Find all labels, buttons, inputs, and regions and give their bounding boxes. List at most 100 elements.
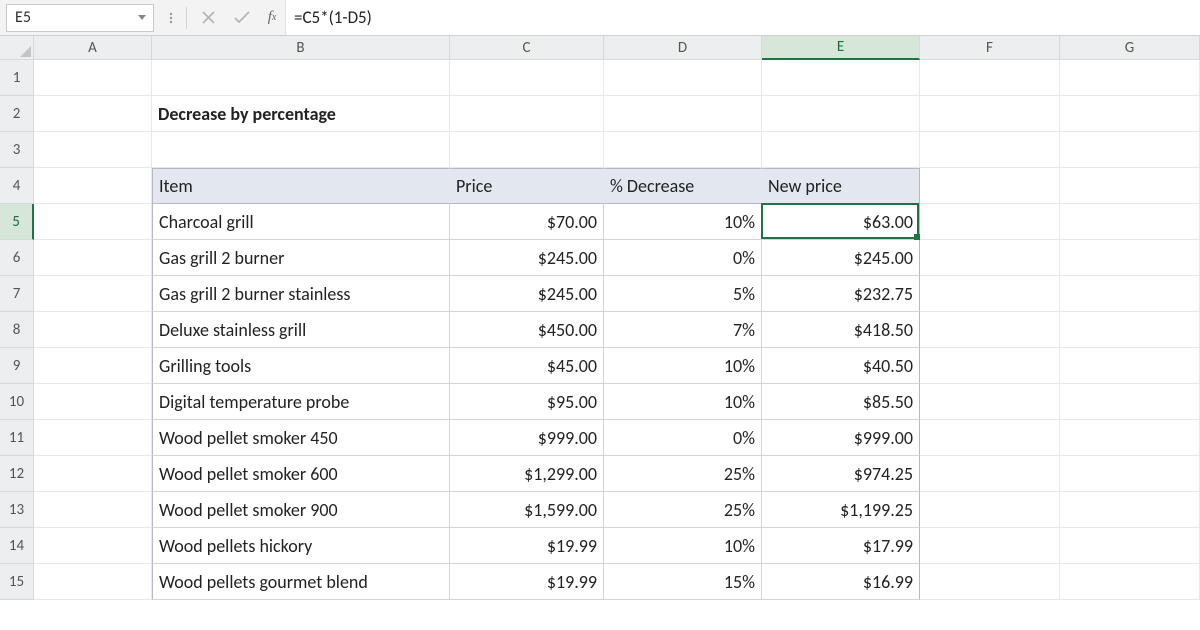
cell-A7[interactable] <box>34 276 152 312</box>
select-all-corner[interactable] <box>0 36 34 60</box>
cell-B1[interactable] <box>152 60 450 96</box>
cell-B3[interactable] <box>152 132 450 168</box>
cell-C4[interactable]: Price <box>450 168 604 204</box>
cell-F13[interactable] <box>920 492 1060 528</box>
row-header-15[interactable]: 15 <box>0 564 34 600</box>
cell-A2[interactable] <box>34 96 152 132</box>
enter-icon[interactable] <box>227 4 257 32</box>
cell-A14[interactable] <box>34 528 152 564</box>
cell-E3[interactable] <box>762 132 920 168</box>
cell-C2[interactable] <box>450 96 604 132</box>
cell-D14[interactable]: 10% <box>604 528 762 564</box>
row-header-7[interactable]: 7 <box>0 276 34 312</box>
cell-C7[interactable]: $245.00 <box>450 276 604 312</box>
col-header-F[interactable]: F <box>920 36 1060 60</box>
cell-A8[interactable] <box>34 312 152 348</box>
row-header-5[interactable]: 5 <box>0 204 34 240</box>
name-box[interactable]: E5 <box>6 4 154 32</box>
cell-E11[interactable]: $999.00 <box>762 420 920 456</box>
cell-D6[interactable]: 0% <box>604 240 762 276</box>
cell-D13[interactable]: 25% <box>604 492 762 528</box>
cell-D3[interactable] <box>604 132 762 168</box>
cell-F12[interactable] <box>920 456 1060 492</box>
cell-E13[interactable]: $1,199.25 <box>762 492 920 528</box>
cell-G4[interactable] <box>1060 168 1200 204</box>
cell-F1[interactable] <box>920 60 1060 96</box>
cell-A11[interactable] <box>34 420 152 456</box>
cell-F7[interactable] <box>920 276 1060 312</box>
cell-E9[interactable]: $40.50 <box>762 348 920 384</box>
cell-F6[interactable] <box>920 240 1060 276</box>
cell-B5[interactable]: Charcoal grill <box>152 204 450 240</box>
row-header-2[interactable]: 2 <box>0 96 34 132</box>
cell-F5[interactable] <box>920 204 1060 240</box>
cell-G15[interactable] <box>1060 564 1200 600</box>
cell-A12[interactable] <box>34 456 152 492</box>
cell-E5[interactable]: $63.00 <box>762 204 920 240</box>
row-header-4[interactable]: 4 <box>0 168 34 204</box>
cell-F15[interactable] <box>920 564 1060 600</box>
cell-F3[interactable] <box>920 132 1060 168</box>
cell-B14[interactable]: Wood pellets hickory <box>152 528 450 564</box>
cell-D11[interactable]: 0% <box>604 420 762 456</box>
cell-E4[interactable]: New price <box>762 168 920 204</box>
col-header-A[interactable]: A <box>34 36 152 60</box>
cell-B9[interactable]: Grilling tools <box>152 348 450 384</box>
cell-C15[interactable]: $19.99 <box>450 564 604 600</box>
cell-C11[interactable]: $999.00 <box>450 420 604 456</box>
cell-B6[interactable]: Gas grill 2 burner <box>152 240 450 276</box>
cell-F4[interactable] <box>920 168 1060 204</box>
cell-E2[interactable] <box>762 96 920 132</box>
cell-D9[interactable]: 10% <box>604 348 762 384</box>
cell-D1[interactable] <box>604 60 762 96</box>
cell-G13[interactable] <box>1060 492 1200 528</box>
fx-icon[interactable]: fx <box>261 4 283 32</box>
row-header-11[interactable]: 11 <box>0 420 34 456</box>
cell-B4[interactable]: Item <box>152 168 450 204</box>
cell-E1[interactable] <box>762 60 920 96</box>
cell-B13[interactable]: Wood pellet smoker 900 <box>152 492 450 528</box>
cell-C12[interactable]: $1,299.00 <box>450 456 604 492</box>
cell-A1[interactable] <box>34 60 152 96</box>
cell-C9[interactable]: $45.00 <box>450 348 604 384</box>
row-header-3[interactable]: 3 <box>0 132 34 168</box>
cell-D10[interactable]: 10% <box>604 384 762 420</box>
cell-G11[interactable] <box>1060 420 1200 456</box>
row-header-9[interactable]: 9 <box>0 348 34 384</box>
cell-F9[interactable] <box>920 348 1060 384</box>
cell-E12[interactable]: $974.25 <box>762 456 920 492</box>
col-header-B[interactable]: B <box>152 36 450 60</box>
cell-G6[interactable] <box>1060 240 1200 276</box>
formula-input[interactable]: =C5*(1-D5) <box>285 0 1200 35</box>
cell-B15[interactable]: Wood pellets gourmet blend <box>152 564 450 600</box>
cell-G1[interactable] <box>1060 60 1200 96</box>
cell-A6[interactable] <box>34 240 152 276</box>
row-header-6[interactable]: 6 <box>0 240 34 276</box>
cell-D15[interactable]: 15% <box>604 564 762 600</box>
worksheet-grid[interactable]: A B C D E F G 1 2 Decrease by percentage… <box>0 36 1200 600</box>
cell-C6[interactable]: $245.00 <box>450 240 604 276</box>
cell-G9[interactable] <box>1060 348 1200 384</box>
cell-A10[interactable] <box>34 384 152 420</box>
cell-F8[interactable] <box>920 312 1060 348</box>
col-header-E[interactable]: E <box>762 36 920 60</box>
row-header-8[interactable]: 8 <box>0 312 34 348</box>
cell-E8[interactable]: $418.50 <box>762 312 920 348</box>
cell-C5[interactable]: $70.00 <box>450 204 604 240</box>
cell-D4[interactable]: % Decrease <box>604 168 762 204</box>
row-header-1[interactable]: 1 <box>0 60 34 96</box>
cell-A5[interactable] <box>34 204 152 240</box>
cell-E14[interactable]: $17.99 <box>762 528 920 564</box>
cell-G8[interactable] <box>1060 312 1200 348</box>
cell-B2[interactable]: Decrease by percentage <box>152 96 450 132</box>
cell-G3[interactable] <box>1060 132 1200 168</box>
col-header-G[interactable]: G <box>1060 36 1200 60</box>
cell-C8[interactable]: $450.00 <box>450 312 604 348</box>
cell-A15[interactable] <box>34 564 152 600</box>
cell-C3[interactable] <box>450 132 604 168</box>
cancel-icon[interactable] <box>193 4 223 32</box>
cell-D7[interactable]: 5% <box>604 276 762 312</box>
cell-A3[interactable] <box>34 132 152 168</box>
row-header-14[interactable]: 14 <box>0 528 34 564</box>
cell-B11[interactable]: Wood pellet smoker 450 <box>152 420 450 456</box>
